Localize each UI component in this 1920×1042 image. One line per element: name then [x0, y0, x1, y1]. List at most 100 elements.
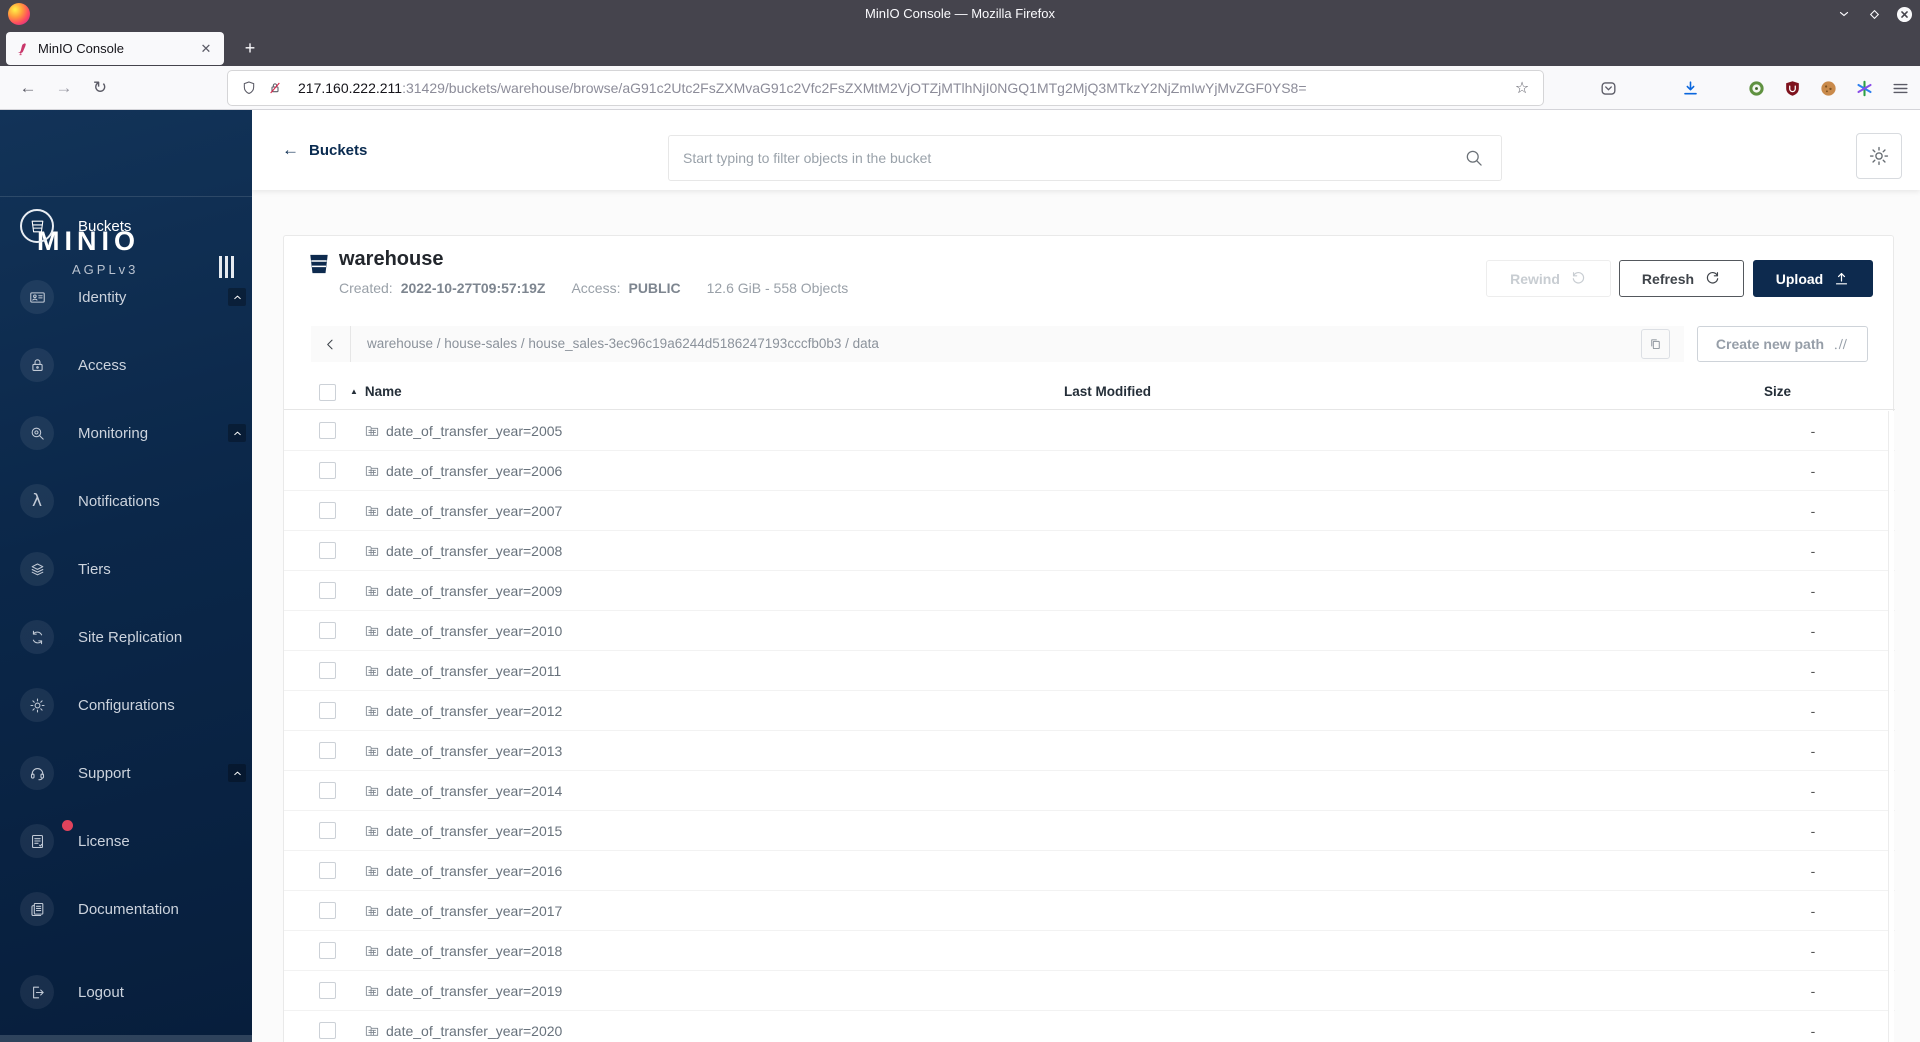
- object-size: -: [1810, 423, 1816, 439]
- filter-objects-input[interactable]: [668, 135, 1502, 181]
- copy-path-button[interactable]: [1641, 329, 1670, 359]
- download-icon[interactable]: [1678, 76, 1702, 100]
- tracking-protection-shield-icon[interactable]: [238, 77, 260, 99]
- sidebar-item-configurations[interactable]: Configurations: [20, 688, 246, 722]
- sidebar-item-support[interactable]: Support: [20, 756, 246, 790]
- back-icon[interactable]: ←: [16, 76, 40, 100]
- sidebar-item-monitoring[interactable]: Monitoring: [20, 416, 246, 450]
- chevron-up-icon[interactable]: [228, 424, 246, 442]
- path-back-button[interactable]: [311, 326, 351, 362]
- table-row[interactable]: date_of_transfer_year=2010 -: [284, 611, 1895, 651]
- row-checkbox[interactable]: [319, 702, 336, 719]
- row-checkbox[interactable]: [319, 502, 336, 519]
- sidebar-item-buckets[interactable]: Buckets: [20, 209, 246, 243]
- sidebar-item-identity[interactable]: Identity: [20, 280, 246, 314]
- lock-icon: [20, 348, 54, 382]
- breadcrumb[interactable]: warehouse / house-sales / house_sales-3e…: [367, 326, 879, 362]
- minio-sidebar: MINIO AGPLv3 Buckets Identity Access Monito…: [0, 110, 252, 1042]
- cookie-icon[interactable]: [1816, 76, 1840, 100]
- table-row[interactable]: date_of_transfer_year=2016 -: [284, 851, 1895, 891]
- table-row[interactable]: date_of_transfer_year=2013 -: [284, 731, 1895, 771]
- insecure-lock-icon[interactable]: [264, 77, 286, 99]
- table-row[interactable]: date_of_transfer_year=2006 -: [284, 451, 1895, 491]
- list-scrollbar[interactable]: [1888, 411, 1894, 1042]
- select-all-checkbox[interactable]: [319, 384, 336, 401]
- bucket-stats: 12.6 GiB - 558 Objects: [706, 280, 849, 296]
- settings-gear-button[interactable]: [1856, 133, 1902, 179]
- sidebar-item-documentation[interactable]: Documentation: [20, 892, 246, 926]
- table-row[interactable]: date_of_transfer_year=2005 -: [284, 411, 1895, 451]
- back-label: Buckets: [309, 141, 368, 159]
- menu-icon[interactable]: [1888, 76, 1912, 100]
- rewind-button[interactable]: Rewind: [1486, 260, 1611, 297]
- table-row[interactable]: date_of_transfer_year=2008 -: [284, 531, 1895, 571]
- row-checkbox[interactable]: [319, 662, 336, 679]
- table-row[interactable]: date_of_transfer_year=2015 -: [284, 811, 1895, 851]
- row-checkbox[interactable]: [319, 862, 336, 879]
- object-name: date_of_transfer_year=2012: [386, 703, 563, 719]
- forward-icon[interactable]: →: [52, 76, 76, 100]
- table-row[interactable]: date_of_transfer_year=2018 -: [284, 931, 1895, 971]
- pocket-icon[interactable]: [1596, 76, 1620, 100]
- object-name: date_of_transfer_year=2019: [386, 983, 563, 999]
- table-row[interactable]: date_of_transfer_year=2009 -: [284, 571, 1895, 611]
- column-size[interactable]: Size: [1764, 384, 1791, 399]
- row-checkbox[interactable]: [319, 542, 336, 559]
- table-row[interactable]: date_of_transfer_year=2007 -: [284, 491, 1895, 531]
- row-checkbox[interactable]: [319, 782, 336, 799]
- object-name: date_of_transfer_year=2017: [386, 903, 563, 919]
- tab-close-icon[interactable]: ✕: [196, 39, 216, 59]
- row-checkbox[interactable]: [319, 422, 336, 439]
- multi-account-containers-icon[interactable]: [1852, 76, 1876, 100]
- row-checkbox[interactable]: [319, 942, 336, 959]
- object-name: date_of_transfer_year=2005: [386, 423, 563, 439]
- reload-icon[interactable]: ↻: [88, 76, 112, 100]
- license-icon: [20, 824, 54, 858]
- table-row[interactable]: date_of_transfer_year=2019 -: [284, 971, 1895, 1011]
- row-checkbox[interactable]: [319, 742, 336, 759]
- table-row[interactable]: date_of_transfer_year=2014 -: [284, 771, 1895, 811]
- sidebar-scrollbar[interactable]: [0, 1035, 252, 1042]
- sidebar-item-access[interactable]: Access: [20, 348, 246, 382]
- column-last-modified[interactable]: Last Modified: [1064, 384, 1151, 399]
- window-maximize-icon[interactable]: [1864, 4, 1884, 24]
- table-row[interactable]: date_of_transfer_year=2011 -: [284, 651, 1895, 691]
- ublock-origin-icon[interactable]: [1780, 76, 1804, 100]
- row-checkbox[interactable]: [319, 622, 336, 639]
- chevron-up-icon[interactable]: [228, 764, 246, 782]
- chevron-up-icon[interactable]: [228, 288, 246, 306]
- upload-button[interactable]: Upload: [1753, 260, 1873, 297]
- sidebar-item-tiers[interactable]: Tiers: [20, 552, 246, 586]
- bookmark-star-icon[interactable]: ☆: [1511, 78, 1533, 98]
- object-name: date_of_transfer_year=2016: [386, 863, 563, 879]
- browser-tab[interactable]: MinIO Console ✕: [6, 32, 224, 65]
- row-checkbox[interactable]: [319, 902, 336, 919]
- row-checkbox[interactable]: [319, 1022, 336, 1039]
- back-to-buckets-link[interactable]: ← Buckets: [282, 110, 367, 190]
- window-minimize-icon[interactable]: [1834, 4, 1854, 24]
- sidebar-collapse-icon[interactable]: [219, 256, 234, 278]
- sidebar-item-site-replication[interactable]: Site Replication: [20, 620, 246, 654]
- row-checkbox[interactable]: [319, 462, 336, 479]
- path-bar: warehouse / house-sales / house_sales-3e…: [311, 326, 1684, 362]
- table-row[interactable]: date_of_transfer_year=2012 -: [284, 691, 1895, 731]
- bucket-name: warehouse: [339, 248, 444, 270]
- table-row[interactable]: date_of_transfer_year=2017 -: [284, 891, 1895, 931]
- object-name: date_of_transfer_year=2014: [386, 783, 563, 799]
- window-close-icon[interactable]: [1894, 4, 1914, 24]
- folder-icon: [364, 663, 380, 679]
- sidebar-item-license[interactable]: License: [20, 820, 246, 858]
- table-row[interactable]: date_of_transfer_year=2020 -: [284, 1011, 1895, 1042]
- bucket-icon: [20, 209, 54, 243]
- privacy-badger-icon[interactable]: [1744, 76, 1768, 100]
- url-bar[interactable]: 217.160.222.211:31429/buckets/warehouse/…: [228, 71, 1543, 105]
- sidebar-item-notifications[interactable]: λ Notifications: [20, 484, 246, 518]
- sidebar-item-logout[interactable]: Logout: [20, 975, 246, 1009]
- column-name[interactable]: ▲ Name: [350, 384, 402, 399]
- refresh-button[interactable]: Refresh: [1619, 260, 1744, 297]
- row-checkbox[interactable]: [319, 822, 336, 839]
- new-tab-button[interactable]: +: [236, 34, 264, 62]
- create-new-path-button[interactable]: Create new path: [1697, 326, 1868, 362]
- row-checkbox[interactable]: [319, 982, 336, 999]
- row-checkbox[interactable]: [319, 582, 336, 599]
